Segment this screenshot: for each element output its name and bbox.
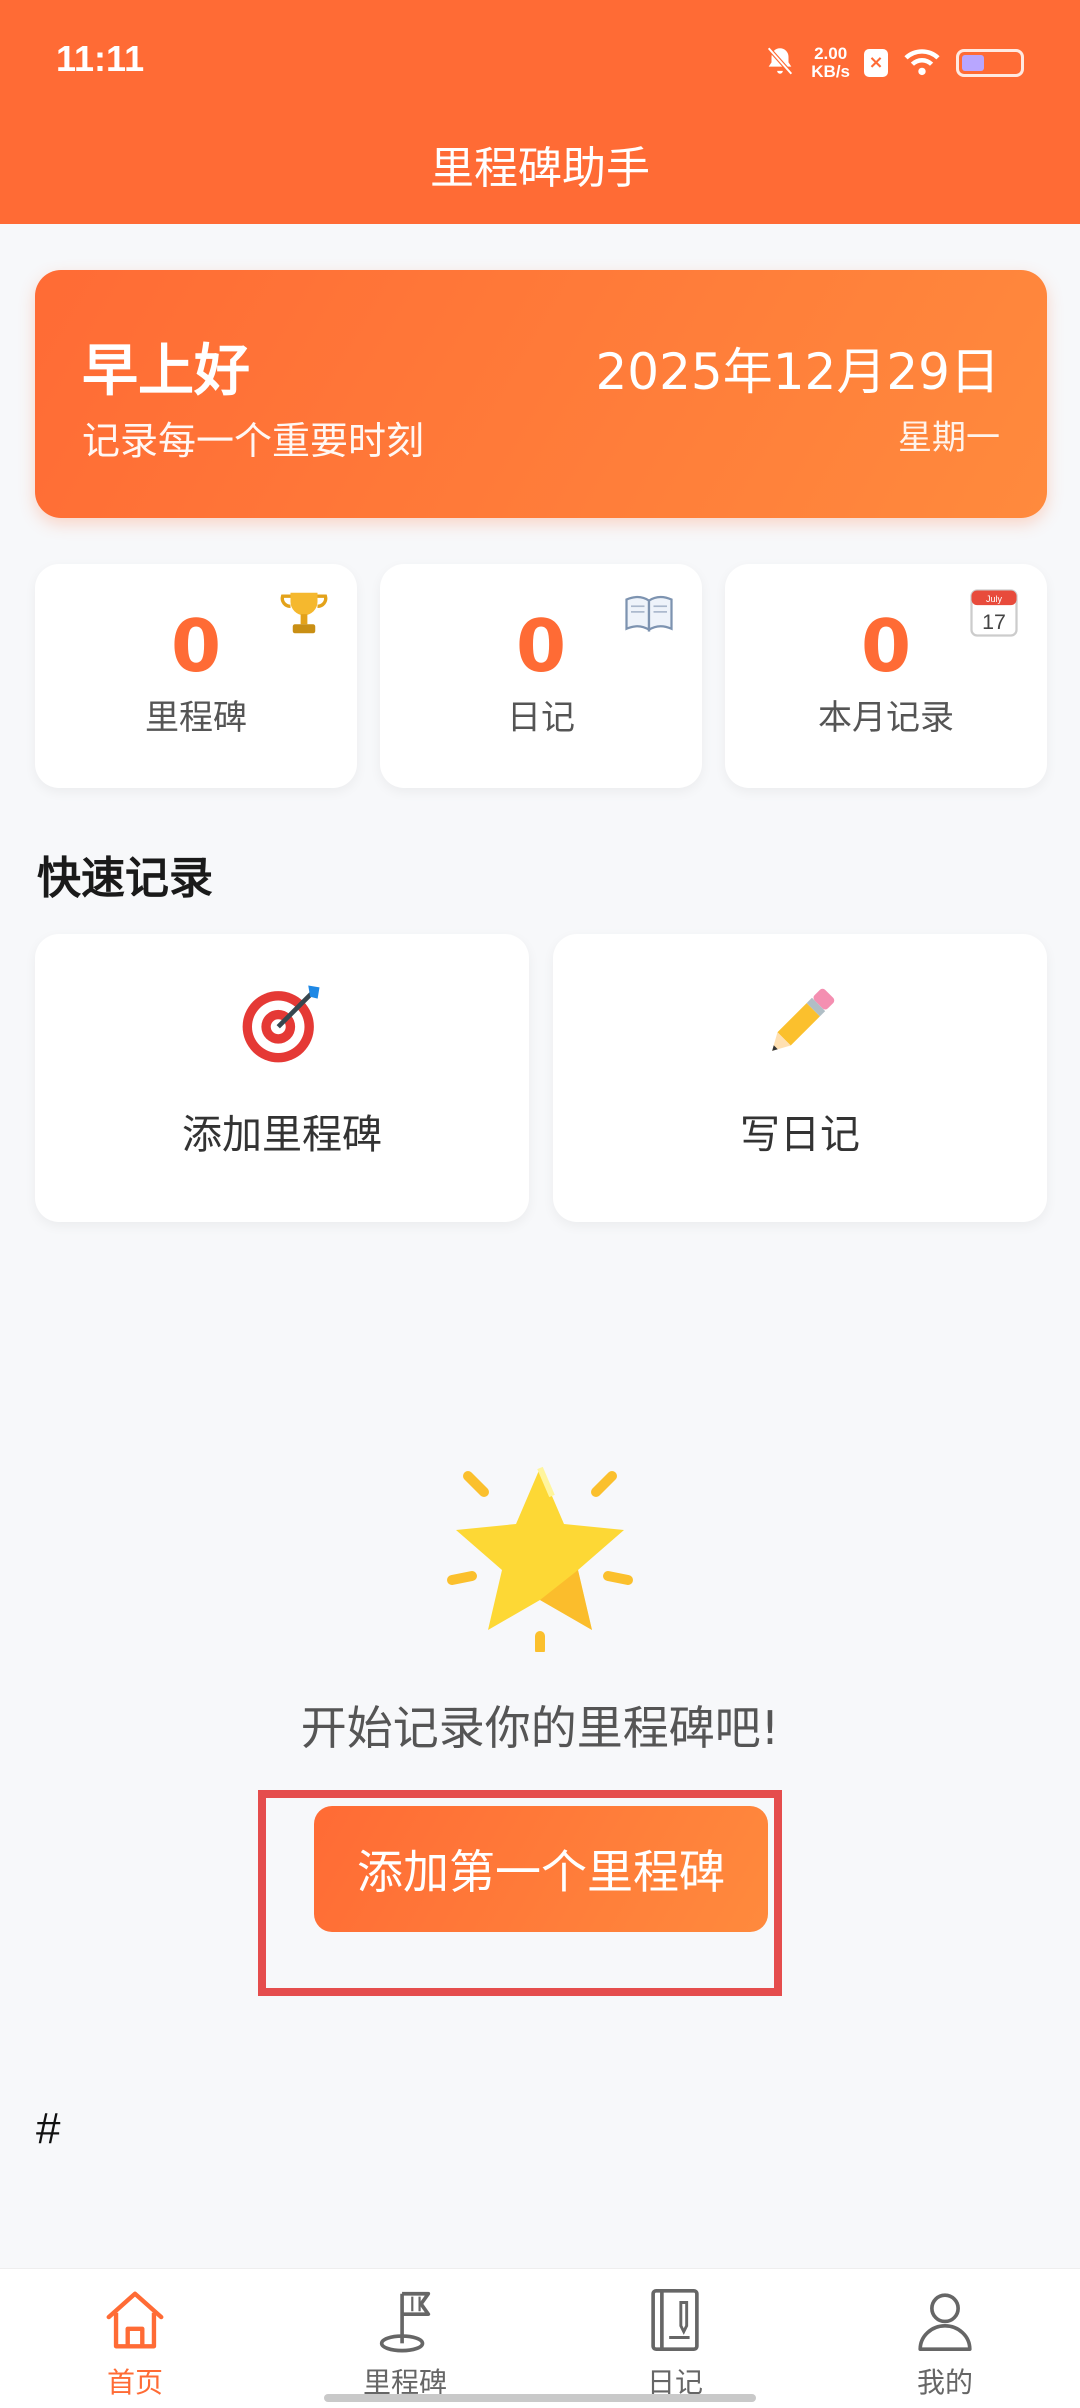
greeting-subtitle: 记录每一个重要时刻 xyxy=(82,419,425,463)
profile-icon xyxy=(918,2293,972,2351)
status-time: 11:11 xyxy=(56,38,145,79)
net-speed: 2.00 KB/s xyxy=(811,45,850,81)
greeting-title: 早上好 xyxy=(82,339,250,404)
footer-hash-text: # xyxy=(36,2104,61,2153)
page-title: 里程碑助手 xyxy=(430,143,650,194)
greeting-card: 早上好 记录每一个重要时刻 2025年12月29日 星期一 xyxy=(35,270,1047,518)
home-icon xyxy=(106,2291,164,2349)
star-icon xyxy=(447,1466,633,1652)
pencil-icon xyxy=(772,988,835,1051)
milestone-flag-icon xyxy=(379,2291,431,2353)
calendar-day: 17 xyxy=(982,610,1006,634)
home-indicator xyxy=(324,2394,756,2402)
nav-item-milestones[interactable]: 里程碑 xyxy=(270,2269,540,2408)
battery-icon xyxy=(956,49,1024,77)
current-weekday: 星期一 xyxy=(898,418,1000,458)
app-header: 11:11 2.00 KB/s × 里程碑助手 xyxy=(0,0,1080,224)
add-first-milestone-button[interactable]: 添加第一个里程碑 xyxy=(314,1806,768,1932)
stat-card-diaries[interactable]: 0 日记 xyxy=(380,564,702,788)
net-speed-unit: KB/s xyxy=(811,62,850,81)
trophy-icon xyxy=(280,592,328,634)
nav-item-diary[interactable]: 日记 xyxy=(540,2269,810,2408)
write-diary-card[interactable]: 写日记 xyxy=(553,934,1047,1222)
sim-icon: × xyxy=(864,49,888,77)
net-speed-value: 2.00 xyxy=(814,44,848,63)
diary-icon xyxy=(651,2289,699,2351)
empty-state-text: 开始记录你的里程碑吧! xyxy=(300,1701,780,1755)
add-milestone-label: 添加里程碑 xyxy=(182,1112,382,1158)
write-diary-label: 写日记 xyxy=(740,1112,860,1158)
bottom-nav: 首页 里程碑 日记 我的 xyxy=(0,2268,1080,2408)
add-milestone-card[interactable]: 添加里程碑 xyxy=(35,934,529,1222)
target-icon xyxy=(242,985,320,1063)
calendar-icon: July 17 xyxy=(970,589,1018,637)
bell-off-icon xyxy=(763,44,797,82)
stat-card-milestones[interactable]: 0 里程碑 xyxy=(35,564,357,788)
stat-label: 日记 xyxy=(507,698,575,738)
nav-item-home[interactable]: 首页 xyxy=(0,2269,270,2408)
stat-label: 本月记录 xyxy=(818,698,954,738)
wifi-icon xyxy=(902,45,942,81)
nav-label-profile: 我的 xyxy=(916,2366,973,2399)
current-date: 2025年12月29日 xyxy=(595,343,1001,401)
book-icon xyxy=(625,595,673,632)
calendar-month: July xyxy=(986,594,1003,604)
status-icons: 2.00 KB/s × xyxy=(763,40,1024,86)
section-title-quick: 快速记录 xyxy=(37,853,213,904)
nav-label-home: 首页 xyxy=(106,2366,163,2399)
stat-card-month[interactable]: 0 本月记录 July 17 xyxy=(725,564,1047,788)
stat-label: 里程碑 xyxy=(145,698,247,738)
nav-item-profile[interactable]: 我的 xyxy=(810,2269,1080,2408)
